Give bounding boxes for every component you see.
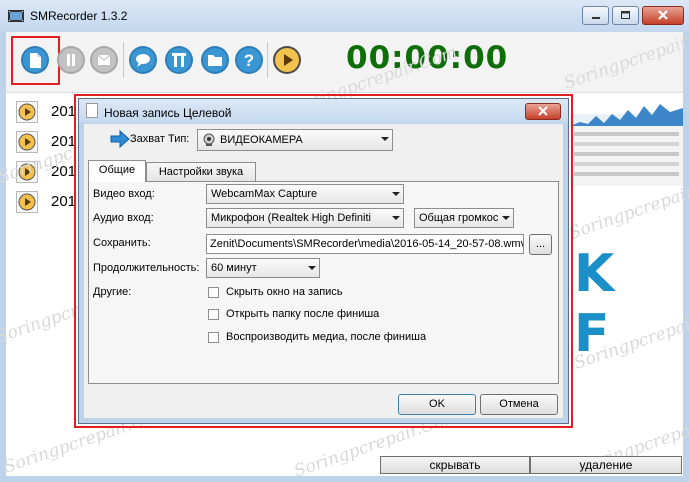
minimize-icon <box>592 17 600 19</box>
play-button[interactable] <box>272 45 302 75</box>
minimize-button[interactable] <box>582 6 609 25</box>
help-icon: ? <box>235 46 263 74</box>
video-input-label: Видео вход: <box>93 188 155 200</box>
chevron-down-icon <box>502 216 510 220</box>
audio-volume-select[interactable]: Общая громкос <box>414 208 514 228</box>
stop-button[interactable] <box>89 45 119 75</box>
svg-text:?: ? <box>244 51 254 70</box>
dialog-close-button[interactable] <box>525 103 561 120</box>
chevron-down-icon <box>308 266 316 270</box>
tab-sound-settings[interactable]: Настройки звука <box>146 162 256 182</box>
folder-button[interactable] <box>200 45 230 75</box>
video-input-select[interactable]: WebcamMax Capture <box>206 184 404 204</box>
toolbar-separator <box>123 42 124 78</box>
stop-icon <box>90 46 118 74</box>
play-icon <box>16 191 38 213</box>
ok-button[interactable]: OK <box>398 394 476 415</box>
audio-input-select[interactable]: Микрофон (Realtek High Definiti <box>206 208 404 228</box>
chevron-down-icon <box>392 192 400 196</box>
close-icon <box>538 106 548 116</box>
arrow-right-icon <box>110 129 130 151</box>
chevron-down-icon <box>392 216 400 220</box>
close-button[interactable] <box>642 6 684 25</box>
pause-icon <box>57 46 85 74</box>
open-folder-checkbox[interactable] <box>208 309 219 320</box>
browse-button[interactable]: ... <box>529 234 552 255</box>
tools-icon <box>165 46 193 74</box>
delete-button[interactable]: удаление <box>530 456 682 474</box>
play-icon <box>273 46 301 74</box>
capture-type-value: ВИДЕОКАМЕРА <box>220 134 303 146</box>
duration-label: Продолжительность: <box>93 262 200 274</box>
new-recording-highlight <box>11 36 60 85</box>
help-button[interactable]: ? <box>234 45 264 75</box>
hide-window-checkbox[interactable] <box>208 287 219 298</box>
list-item-label: 201 <box>51 103 77 120</box>
audio-input-value: Микрофон (Realtek High Definiti <box>211 212 371 224</box>
chevron-down-icon <box>381 137 389 141</box>
maximize-icon <box>621 11 630 19</box>
audio-input-label: Аудио вход: <box>93 212 154 224</box>
list-item[interactable]: 201 <box>14 188 77 216</box>
video-input-value: WebcamMax Capture <box>211 188 318 200</box>
pause-button[interactable] <box>56 45 86 75</box>
save-path-field[interactable]: Zenit\Documents\SMRecorder\media\2016-05… <box>206 234 524 254</box>
duration-select[interactable]: 60 минут <box>206 258 320 278</box>
play-media-label: Воспроизводить медиа, после финиша <box>226 331 427 343</box>
preview-thumbnail <box>570 96 683 186</box>
comment-button[interactable] <box>128 45 158 75</box>
speech-bubble-icon <box>129 46 157 74</box>
window-title: SMRecorder 1.3.2 <box>30 9 128 23</box>
list-item[interactable]: 201 <box>14 98 77 126</box>
tools-button[interactable] <box>164 45 194 75</box>
save-label: Сохранить: <box>93 237 151 249</box>
audio-volume-value: Общая громкос <box>419 212 499 224</box>
list-item-label: 201 <box>51 193 77 210</box>
close-icon <box>658 10 668 20</box>
other-label: Другие: <box>93 286 132 298</box>
play-icon <box>16 101 38 123</box>
duration-value: 60 минут <box>211 262 257 274</box>
open-folder-label: Открыть папку после финиша <box>226 308 380 320</box>
hide-button[interactable]: скрывать <box>380 456 530 474</box>
toolbar-separator <box>267 42 268 78</box>
play-media-checkbox[interactable] <box>208 332 219 343</box>
cancel-button[interactable]: Отмена <box>480 394 558 415</box>
play-icon <box>16 131 38 153</box>
capture-type-select[interactable]: ВИДЕОКАМЕРА <box>197 129 393 151</box>
dialog-title: Новая запись Целевой <box>104 106 232 120</box>
capture-type-label: Захват Тип: <box>130 133 190 145</box>
folder-icon <box>201 46 229 74</box>
webcam-icon <box>203 133 215 146</box>
hide-window-label: Скрыть окно на запись <box>226 286 343 298</box>
tab-general[interactable]: Общие <box>88 160 146 182</box>
maximize-button[interactable] <box>612 6 639 25</box>
film-icon <box>8 8 24 24</box>
document-icon <box>86 103 98 118</box>
